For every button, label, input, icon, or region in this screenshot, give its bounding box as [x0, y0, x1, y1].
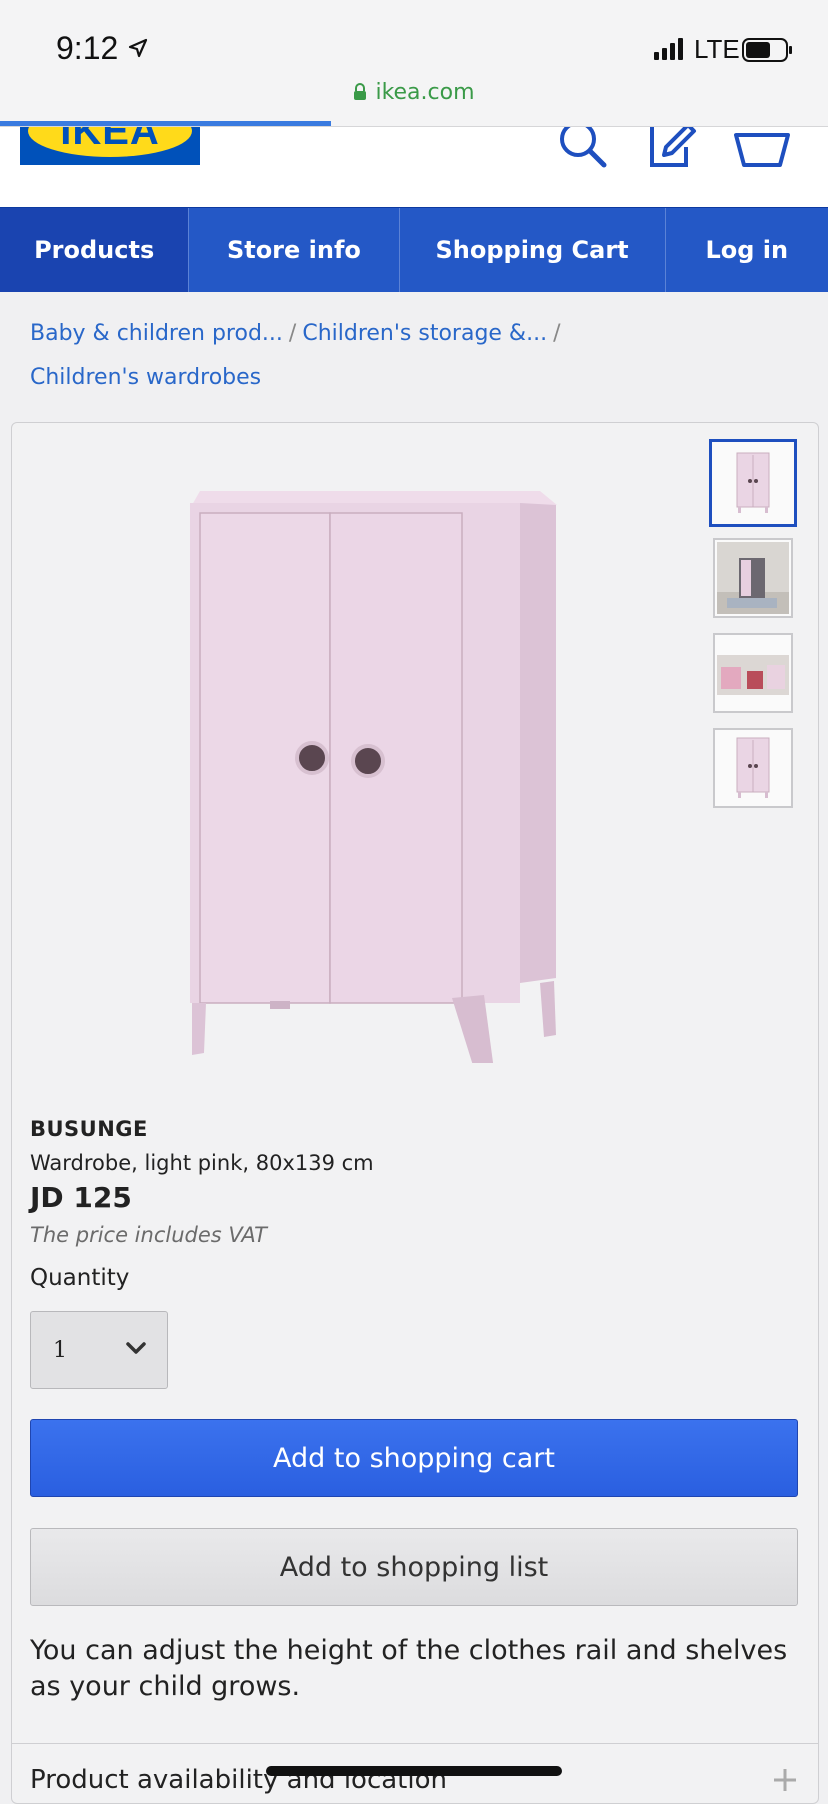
breadcrumb-separator: /: [553, 321, 561, 346]
product-price: JD 125: [30, 1181, 132, 1214]
nav-log-in[interactable]: Log in: [665, 208, 828, 292]
shopping-list-icon[interactable]: [646, 127, 700, 171]
url-text: ikea.com: [375, 80, 475, 105]
nav-store-info[interactable]: Store info: [189, 208, 400, 292]
add-to-cart-button[interactable]: Add to shopping cart: [30, 1419, 798, 1497]
breadcrumb-link[interactable]: Children's wardrobes: [30, 365, 261, 390]
signal-icon: [654, 38, 683, 60]
search-icon[interactable]: [556, 127, 610, 171]
product-main-image[interactable]: [112, 443, 612, 1063]
url-bar[interactable]: ikea.com: [0, 80, 828, 105]
expand-plus-icon[interactable]: [772, 1767, 798, 1793]
lock-icon: [354, 83, 367, 100]
product-summary: You can adjust the height of the clothes…: [30, 1635, 788, 1702]
quantity-select[interactable]: 1: [30, 1311, 168, 1389]
thumbnail-1[interactable]: [709, 439, 797, 527]
breadcrumb: Baby & children prod... / Children's stora…: [30, 312, 810, 400]
breadcrumb-link[interactable]: Baby & children prod...: [30, 321, 283, 346]
location-arrow-icon: [128, 38, 148, 58]
status-bar: 9:12 LTE ikea.com: [0, 0, 828, 127]
product-name: BUSUNGE: [30, 1117, 148, 1141]
section-divider: [12, 1743, 818, 1744]
breadcrumb-separator: /: [288, 321, 297, 346]
wardrobe-thumb-image: [736, 737, 770, 798]
thumbnail-4[interactable]: [713, 728, 793, 808]
home-indicator[interactable]: [266, 1766, 562, 1776]
breadcrumb-link[interactable]: Children's storage &...: [302, 321, 547, 346]
logo-wordmark: IKEA: [28, 127, 192, 157]
ikea-logo[interactable]: IKEA: [20, 127, 200, 165]
quantity-value: 1: [53, 1338, 67, 1363]
product-card: BUSUNGE Wardrobe, light pink, 80x139 cm …: [11, 422, 819, 1804]
thumbnail-strip: [709, 439, 797, 823]
thumbnail-3[interactable]: [713, 633, 793, 713]
network-label: LTE: [694, 34, 740, 64]
wardrobe-thumb-image: [736, 452, 770, 513]
basket-icon[interactable]: [734, 127, 790, 171]
product-description: Wardrobe, light pink, 80x139 cm: [30, 1151, 374, 1175]
add-to-shopping-list-button[interactable]: Add to shopping list: [30, 1528, 798, 1606]
battery-icon: [742, 38, 792, 62]
site-header: IKEA: [0, 127, 828, 207]
page-load-progress: [0, 121, 331, 126]
quantity-label: Quantity: [30, 1265, 130, 1291]
vat-note: The price includes VAT: [30, 1223, 267, 1247]
status-time: 9:12: [56, 30, 119, 66]
chevron-down-icon: [126, 1342, 146, 1354]
room-scene-thumb-image: [717, 542, 789, 614]
thumbnail-2[interactable]: [713, 538, 793, 618]
room-scene-thumb-image: [717, 637, 789, 709]
nav-shopping-cart[interactable]: Shopping Cart: [399, 208, 666, 292]
nav-products[interactable]: Products: [0, 208, 190, 292]
main-nav: Products Store info Shopping Cart Log in: [0, 207, 828, 292]
